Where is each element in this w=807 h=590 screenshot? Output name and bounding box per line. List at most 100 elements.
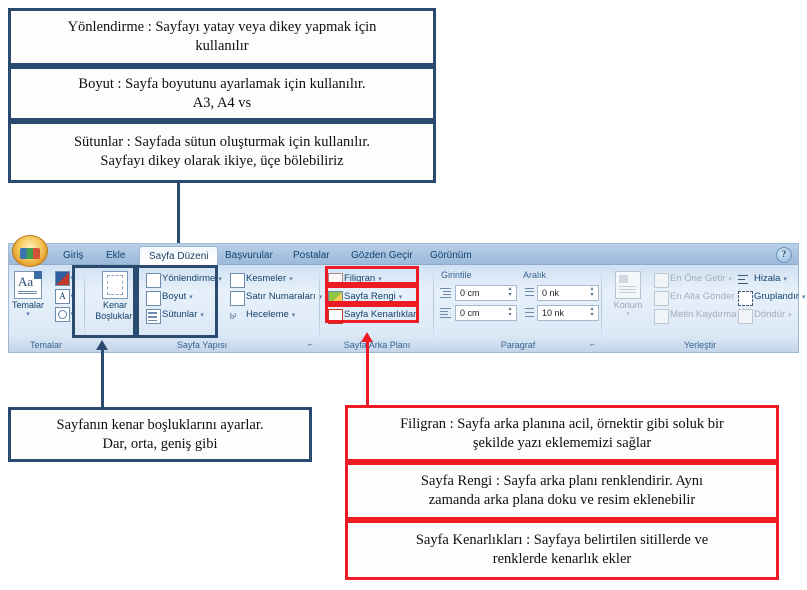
kenar-bosluklari-button[interactable]: Kenar Boşlukları	[87, 271, 143, 321]
spacing-before-stepper[interactable]: ▴ ▾	[587, 286, 597, 299]
konum-label: Konum	[613, 300, 643, 310]
spacing-after-input[interactable]: 10 nk ▴ ▾	[537, 305, 599, 321]
callout-sayfa-kenarliklari-line2: renklerde kenarlık ekler	[492, 551, 632, 567]
sutunlar-button[interactable]: Sütunlar ▾	[145, 307, 204, 324]
group-sayfa-yapisi: Kenar Boşlukları Yönlendirme ▾ Boyut ▾ S…	[87, 267, 322, 351]
indent-left-icon	[440, 286, 453, 299]
indent-left-input[interactable]: 0 cm ▴ ▾	[455, 285, 517, 301]
group-paragraf-label: Paragraf	[500, 340, 536, 350]
group-divider-3	[433, 269, 434, 341]
sayfa-kenarliklari-button[interactable]: Sayfa Kenarlıkları	[327, 307, 419, 324]
sutunlar-label: Sütunlar	[162, 309, 198, 320]
connector-arrow-sayfa-arka-plani	[361, 332, 373, 342]
indent-left-value: 0 cm	[460, 288, 480, 298]
connector-line-kenar-bosluklari	[101, 348, 104, 410]
connector-arrow-kenar-bosluklari	[96, 340, 108, 350]
indent-right-input[interactable]: 0 cm ▴ ▾	[455, 305, 517, 321]
tab-giris[interactable]: Giriş	[54, 246, 93, 265]
filigran-button[interactable]: Filigran ▾	[327, 271, 382, 288]
konum-button[interactable]: Konum ▾	[605, 271, 651, 318]
sayfa-rengi-button[interactable]: Sayfa Rengi ▾	[327, 289, 402, 306]
group-temalar-label: Temalar	[29, 340, 62, 350]
group-yerlestir-label: Yerleştir	[683, 340, 717, 350]
sayfa-yapisi-dialog-launcher-icon[interactable]: ⌐	[306, 340, 315, 349]
theme-colors-button[interactable]: ▾	[55, 271, 75, 286]
callout-yonlendirme-line1: Yönlendirme : Sayfayı yatay veya dikey y…	[67, 19, 377, 36]
group-divider-2	[319, 269, 320, 341]
tab-sayfa-duzeni[interactable]: Sayfa Düzeni	[139, 246, 219, 267]
en-alta-gonder-label: En Alta Gönder	[670, 291, 735, 302]
spacing-after-value: 10 nk	[542, 308, 565, 318]
callout-boyut-line2: A3, A4 vs	[192, 94, 252, 111]
hizala-label: Hizala	[754, 273, 781, 284]
theme-colors-icon	[55, 271, 70, 286]
group-divider-4	[601, 269, 602, 341]
gruplandir-button[interactable]: Gruplandır ▾	[737, 289, 805, 306]
group-yerlestir: Konum ▾ En Öne Getir▾ En Alta Gönder▾ Me…	[605, 267, 805, 351]
dondur-button[interactable]: Döndür ▾	[737, 307, 792, 324]
hizala-button[interactable]: Hizala ▾	[737, 271, 787, 287]
heceleme-button[interactable]: b² Heceleme ▾	[229, 307, 295, 323]
theme-fonts-caret-icon: ▾	[70, 293, 74, 300]
en-one-getir-button[interactable]: En Öne Getir ▾	[653, 271, 732, 288]
theme-effects-caret-icon: ▾	[70, 311, 74, 318]
sayfa-kenarliklari-label: Sayfa Kenarlıkları	[344, 309, 419, 320]
rotate-icon	[738, 309, 753, 324]
kenar-bosluklari-label-1: Kenar	[102, 300, 128, 310]
indent-right-stepper[interactable]: ▴ ▾	[505, 306, 515, 319]
send-to-back-icon	[654, 291, 669, 306]
ribbon-tab-bar: Giriş Ekle Sayfa Düzeni Başvurular Posta…	[9, 235, 798, 267]
heceleme-label: Heceleme	[246, 309, 289, 320]
tab-basvurular[interactable]: Başvurular	[216, 246, 282, 265]
en-alta-gonder-button[interactable]: En Alta Gönder▾	[653, 289, 741, 306]
indent-right-icon	[440, 306, 453, 319]
callout-kenar-bosluklari-line1: Sayfanın kenar boşluklarını ayarlar.	[56, 416, 264, 433]
paragraf-dialog-launcher-icon[interactable]: ⌐	[588, 340, 597, 349]
theme-effects-button[interactable]: ▾	[55, 307, 75, 322]
tab-gorunum[interactable]: Görünüm	[421, 246, 481, 265]
callout-kenar-bosluklari-line2: Dar, orta, geniş gibi	[102, 435, 218, 452]
group-divider-1	[84, 269, 85, 341]
satir-numaralari-button[interactable]: Satır Numaraları ▾	[229, 289, 322, 306]
temalar-button[interactable]: Aa Temalar ▾	[0, 271, 59, 318]
help-icon[interactable]: ?	[776, 247, 792, 263]
text-wrap-icon	[654, 309, 669, 324]
theme-effects-icon	[55, 307, 70, 322]
callout-yonlendirme: Yönlendirme : Sayfayı yatay veya dikey y…	[8, 8, 436, 66]
page-borders-icon	[328, 309, 343, 324]
theme-colors-caret-icon: ▾	[70, 275, 74, 282]
boyut-button[interactable]: Boyut ▾	[145, 289, 193, 306]
spacing-after-stepper[interactable]: ▴ ▾	[587, 306, 597, 319]
line-numbers-icon	[230, 291, 245, 306]
indent-left-stepper[interactable]: ▴ ▾	[505, 286, 515, 299]
girintile-label: Girintile	[441, 270, 472, 280]
size-icon	[146, 291, 161, 306]
callout-filigran-line2: şekilde yazı eklememizi sağlar	[472, 434, 652, 451]
kesmeler-button[interactable]: Kesmeler ▾	[229, 271, 293, 288]
group-icon	[738, 291, 753, 306]
annotated-ribbon-diagram: Yönlendirme : Sayfayı yatay veya dikey y…	[0, 0, 807, 590]
callout-filigran-line1: Filigran : Sayfa arka planına acil, örne…	[400, 415, 724, 432]
tab-gozden-gecir[interactable]: Gözden Geçir	[342, 246, 422, 265]
callout-boyut: Boyut : Sayfa boyutunu ayarlamak için ku…	[8, 66, 436, 121]
spacing-before-input[interactable]: 0 nk ▴ ▾	[537, 285, 599, 301]
theme-fonts-button[interactable]: A ▾	[55, 289, 75, 304]
callout-sutunlar-line2: Sayfayı dikey olarak ikiye, üçe bölebili…	[100, 153, 344, 169]
word-ribbon: Giriş Ekle Sayfa Düzeni Başvurular Posta…	[8, 235, 805, 353]
tab-ekle[interactable]: Ekle	[97, 246, 134, 265]
callout-kenar-bosluklari: Sayfanın kenar boşluklarını ayarlar. Dar…	[8, 407, 312, 462]
themes-icon: Aa	[14, 271, 42, 299]
en-one-getir-label: En Öne Getir	[670, 273, 726, 284]
callout-boyut-line1: Boyut : Sayfa boyutunu ayarlamak için ku…	[78, 75, 366, 92]
yonlendirme-button[interactable]: Yönlendirme ▾	[145, 271, 222, 288]
group-sayfa-arka-plani-label: Sayfa Arka Planı	[343, 340, 411, 350]
breaks-icon	[230, 273, 245, 288]
group-sayfa-yapisi-label: Sayfa Yapısı	[176, 340, 228, 350]
tab-postalar[interactable]: Postalar	[284, 246, 339, 265]
metin-kaydirma-button[interactable]: Metin Kaydırma▾	[653, 307, 743, 324]
office-button-icon[interactable]	[12, 235, 48, 267]
theme-fonts-icon: A	[55, 289, 70, 304]
connector-line-sayfa-arka-plani	[366, 340, 369, 408]
group-paragraf: Girintile Aralık 0 cm ▴ ▾ 0 cm ▴ ▾ 0 nk …	[437, 267, 599, 351]
orientation-icon	[146, 273, 161, 288]
